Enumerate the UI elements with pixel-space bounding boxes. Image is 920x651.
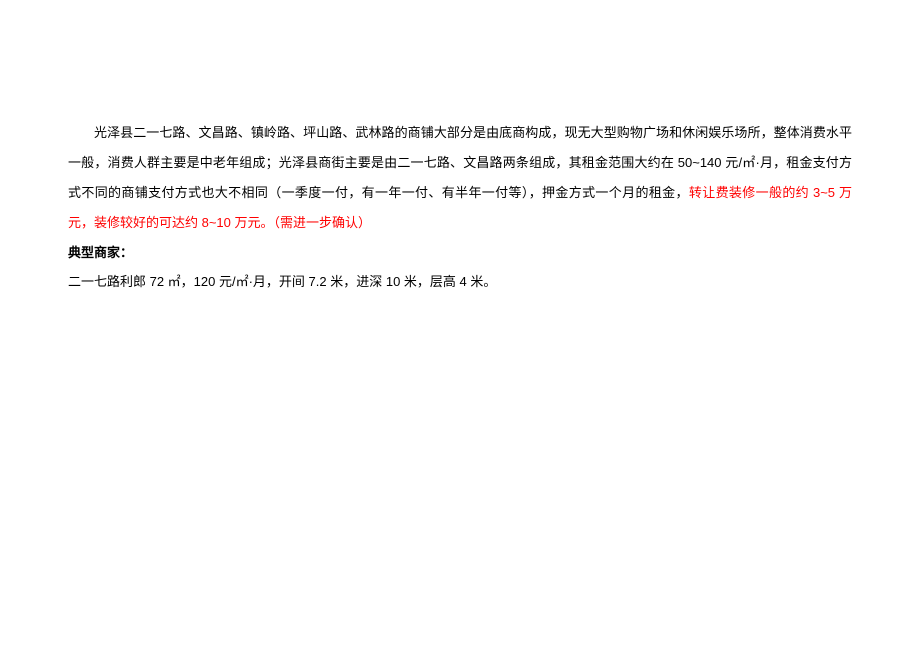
heading-typical-merchants: 典型商家： — [68, 238, 852, 268]
paragraph-merchant-detail: 二一七路利郎 72 ㎡，120 元/㎡·月，开间 7.2 米，进深 10 米，层… — [68, 267, 852, 297]
paragraph-intro: 光泽县二一七路、文昌路、镇岭路、坪山路、武林路的商铺大部分是由底商构成，现无大型… — [68, 118, 852, 238]
